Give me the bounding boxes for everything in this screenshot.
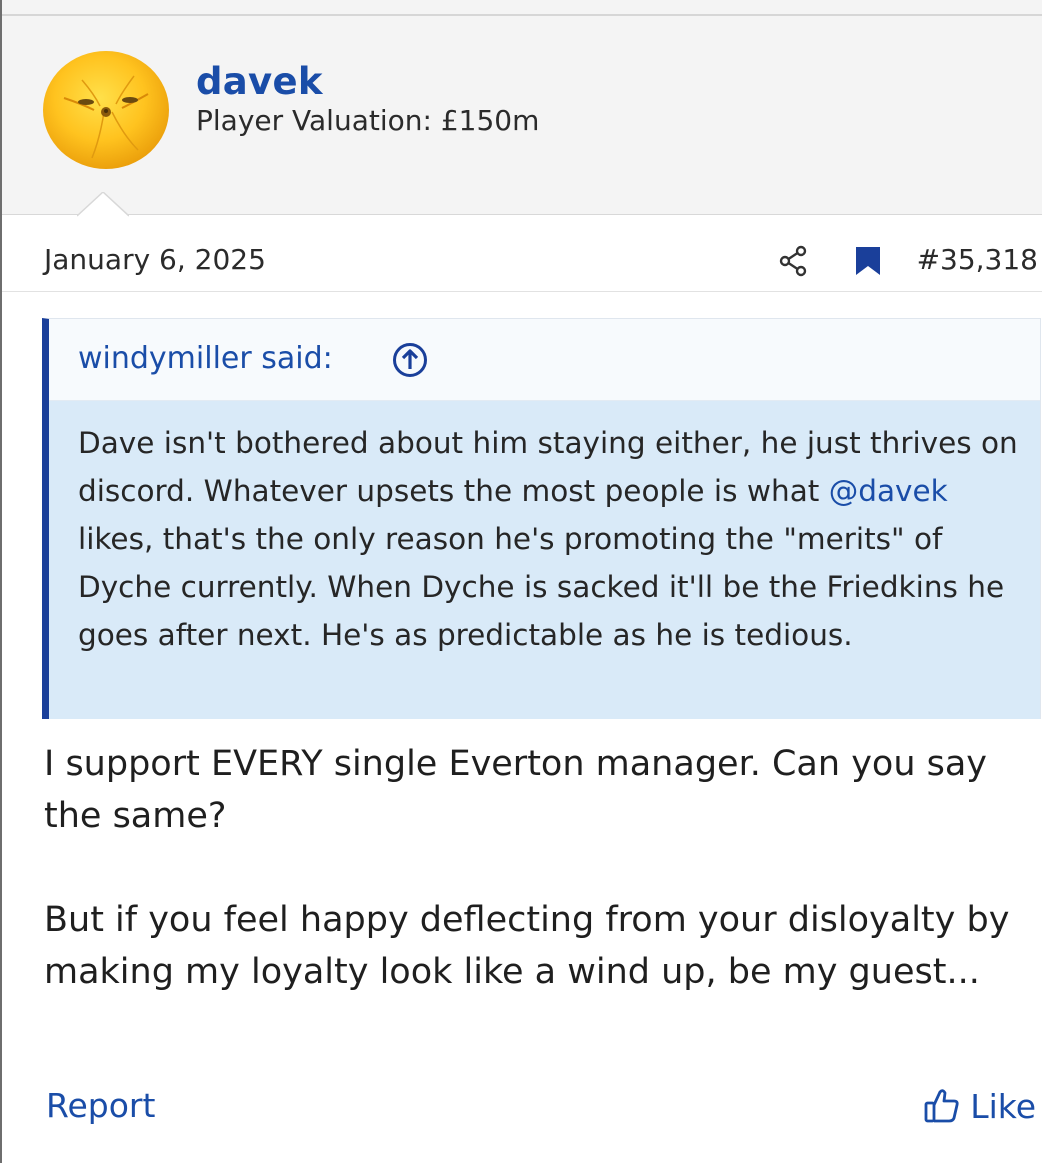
avatar[interactable] — [42, 50, 170, 170]
quote-author[interactable]: windymiller said: — [78, 341, 333, 376]
post-date[interactable]: January 6, 2025 — [44, 243, 266, 276]
quote-block: windymiller said: Dave isn't bothered ab… — [42, 318, 1041, 719]
post-message: I support EVERY single Everton manager. … — [44, 738, 1024, 998]
share-icon[interactable] — [777, 245, 809, 277]
message-paragraph: I support EVERY single Everton manager. … — [44, 744, 988, 836]
like-button[interactable]: Like — [923, 1084, 1036, 1128]
post-number[interactable]: #35,318 — [917, 243, 1038, 276]
thumbs-up-icon — [924, 1089, 959, 1123]
username[interactable]: davek — [196, 60, 323, 103]
user-title: Player Valuation: £150m — [196, 104, 540, 137]
user-mention[interactable]: @davek — [829, 474, 948, 508]
like-label: Like — [970, 1086, 1036, 1126]
post-meta-bar: January 6, 2025 #35,318 — [2, 215, 1042, 292]
quote-text-end: likes, that's the only reason he's promo… — [78, 522, 1005, 652]
user-header: davek Player Valuation: £150m — [2, 16, 1042, 215]
forum-post-page: davek Player Valuation: £150m January 6,… — [0, 0, 1042, 1163]
quote-text: Dave isn't bothered about him staying ei… — [78, 419, 1023, 659]
bookmark-icon[interactable] — [853, 245, 883, 277]
message-paragraph: But if you feel happy deflecting from yo… — [44, 900, 1010, 992]
previous-post-edge — [2, 0, 1042, 16]
report-link[interactable]: Report — [46, 1086, 155, 1125]
arrow-up-circle-icon[interactable] — [392, 342, 428, 378]
quote-header: windymiller said: — [49, 319, 1040, 401]
